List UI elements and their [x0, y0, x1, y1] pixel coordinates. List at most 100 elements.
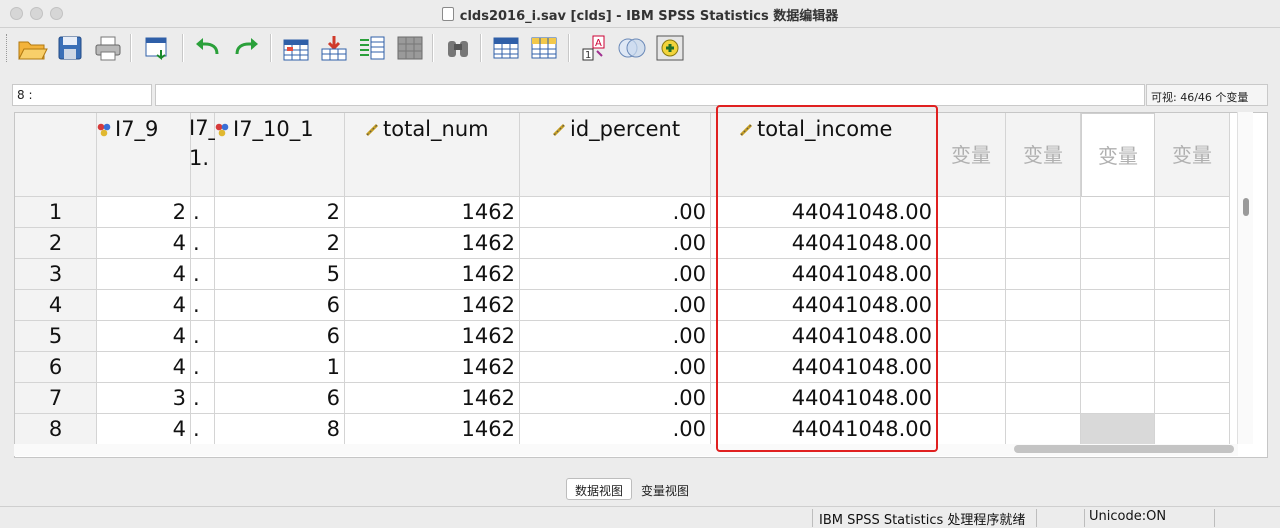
- data-cell[interactable]: [937, 352, 1006, 383]
- data-cell[interactable]: [1081, 352, 1155, 383]
- data-cell[interactable]: [1155, 383, 1230, 414]
- column-header[interactable]: I7_10_1: [215, 113, 345, 197]
- data-cell[interactable]: [937, 290, 1006, 321]
- data-cell[interactable]: [1081, 259, 1155, 290]
- redo-icon[interactable]: [230, 32, 262, 64]
- data-cell[interactable]: .: [191, 228, 215, 259]
- data-cell[interactable]: 6: [215, 290, 345, 321]
- data-cell[interactable]: .: [191, 290, 215, 321]
- data-cell[interactable]: 4: [97, 352, 191, 383]
- data-cell[interactable]: .00: [520, 290, 711, 321]
- grid-corner[interactable]: [15, 113, 97, 197]
- data-cell[interactable]: [1081, 290, 1155, 321]
- column-header[interactable]: 变量: [937, 113, 1006, 197]
- row-header[interactable]: 8: [15, 414, 97, 445]
- insert-variable-icon[interactable]: [528, 32, 560, 64]
- print-icon[interactable]: [92, 32, 124, 64]
- data-cell[interactable]: 2: [215, 197, 345, 228]
- data-cell[interactable]: 6: [215, 321, 345, 352]
- data-cell[interactable]: [1155, 352, 1230, 383]
- use-sets-icon[interactable]: [654, 32, 686, 64]
- run-descriptives-icon[interactable]: [394, 32, 426, 64]
- data-cell[interactable]: [1155, 259, 1230, 290]
- tab-variable-view[interactable]: 变量视图: [632, 478, 698, 500]
- data-cell[interactable]: [1081, 414, 1155, 445]
- data-cell[interactable]: .: [191, 259, 215, 290]
- data-cell[interactable]: 1462: [345, 197, 520, 228]
- row-header[interactable]: 3: [15, 259, 97, 290]
- data-cell[interactable]: [1006, 259, 1081, 290]
- data-cell[interactable]: [937, 383, 1006, 414]
- undo-icon[interactable]: [192, 32, 224, 64]
- data-cell[interactable]: [937, 197, 1006, 228]
- data-cell[interactable]: .00: [520, 414, 711, 445]
- data-cell[interactable]: 6: [215, 383, 345, 414]
- data-cell[interactable]: 1462: [345, 414, 520, 445]
- goto-variable-icon[interactable]: [318, 32, 350, 64]
- data-cell[interactable]: [1006, 352, 1081, 383]
- data-cell[interactable]: 4: [97, 290, 191, 321]
- data-cell[interactable]: .00: [520, 352, 711, 383]
- column-header[interactable]: 变量: [1006, 113, 1081, 197]
- data-cell[interactable]: .00: [520, 259, 711, 290]
- data-cell[interactable]: .: [191, 197, 215, 228]
- row-header[interactable]: 1: [15, 197, 97, 228]
- data-cell[interactable]: .00: [520, 321, 711, 352]
- data-cell[interactable]: [937, 228, 1006, 259]
- data-cell[interactable]: 1462: [345, 290, 520, 321]
- column-header[interactable]: 变量: [1081, 113, 1155, 197]
- find-icon[interactable]: [442, 32, 474, 64]
- data-cell[interactable]: 1462: [345, 259, 520, 290]
- row-header[interactable]: 4: [15, 290, 97, 321]
- data-cell[interactable]: [1081, 197, 1155, 228]
- data-cell[interactable]: [1155, 290, 1230, 321]
- data-cell[interactable]: 1462: [345, 228, 520, 259]
- data-cell[interactable]: 1462: [345, 321, 520, 352]
- vertical-scrollbar-thumb[interactable]: [1243, 198, 1249, 216]
- data-cell[interactable]: [1155, 321, 1230, 352]
- data-cell[interactable]: 2: [215, 228, 345, 259]
- data-cell[interactable]: 5: [215, 259, 345, 290]
- data-cell[interactable]: [1081, 321, 1155, 352]
- tab-data-view[interactable]: 数据视图: [566, 478, 633, 500]
- data-cell[interactable]: 4: [97, 228, 191, 259]
- data-cell[interactable]: [1006, 414, 1081, 445]
- data-cell[interactable]: 8: [215, 414, 345, 445]
- column-header[interactable]: I7_ 1.: [189, 113, 219, 197]
- data-cell[interactable]: .: [191, 321, 215, 352]
- data-cell[interactable]: [1006, 290, 1081, 321]
- data-cell[interactable]: .: [191, 352, 215, 383]
- data-cell[interactable]: .00: [520, 383, 711, 414]
- data-cell[interactable]: 4: [97, 259, 191, 290]
- vertical-scrollbar-track[interactable]: [1237, 112, 1253, 444]
- data-cell[interactable]: [1006, 228, 1081, 259]
- row-header[interactable]: 7: [15, 383, 97, 414]
- data-cell[interactable]: [1006, 383, 1081, 414]
- column-header[interactable]: 变量: [1155, 113, 1230, 197]
- data-cell[interactable]: 1462: [345, 383, 520, 414]
- data-cell[interactable]: 4: [97, 414, 191, 445]
- dialog-recall-icon[interactable]: [142, 32, 174, 64]
- insert-cases-icon[interactable]: [490, 32, 522, 64]
- data-cell[interactable]: [1155, 228, 1230, 259]
- data-cell[interactable]: [1006, 321, 1081, 352]
- save-icon[interactable]: [54, 32, 86, 64]
- data-cell[interactable]: [937, 321, 1006, 352]
- data-cell[interactable]: .: [191, 414, 215, 445]
- cell-value-input[interactable]: [155, 84, 1145, 106]
- data-cell[interactable]: .00: [520, 197, 711, 228]
- data-cell[interactable]: 1: [215, 352, 345, 383]
- column-header[interactable]: id_percent: [520, 113, 711, 197]
- data-cell[interactable]: 4: [97, 321, 191, 352]
- row-header[interactable]: 5: [15, 321, 97, 352]
- column-header[interactable]: I7_9: [97, 113, 191, 197]
- data-cell[interactable]: [1081, 383, 1155, 414]
- data-cell[interactable]: [937, 414, 1006, 445]
- data-cell[interactable]: 2: [97, 197, 191, 228]
- column-header[interactable]: total_num: [345, 113, 520, 197]
- data-cell[interactable]: [1006, 197, 1081, 228]
- open-icon[interactable]: [16, 32, 48, 64]
- row-header[interactable]: 6: [15, 352, 97, 383]
- data-cell[interactable]: [1155, 414, 1230, 445]
- goto-case-icon[interactable]: [280, 32, 312, 64]
